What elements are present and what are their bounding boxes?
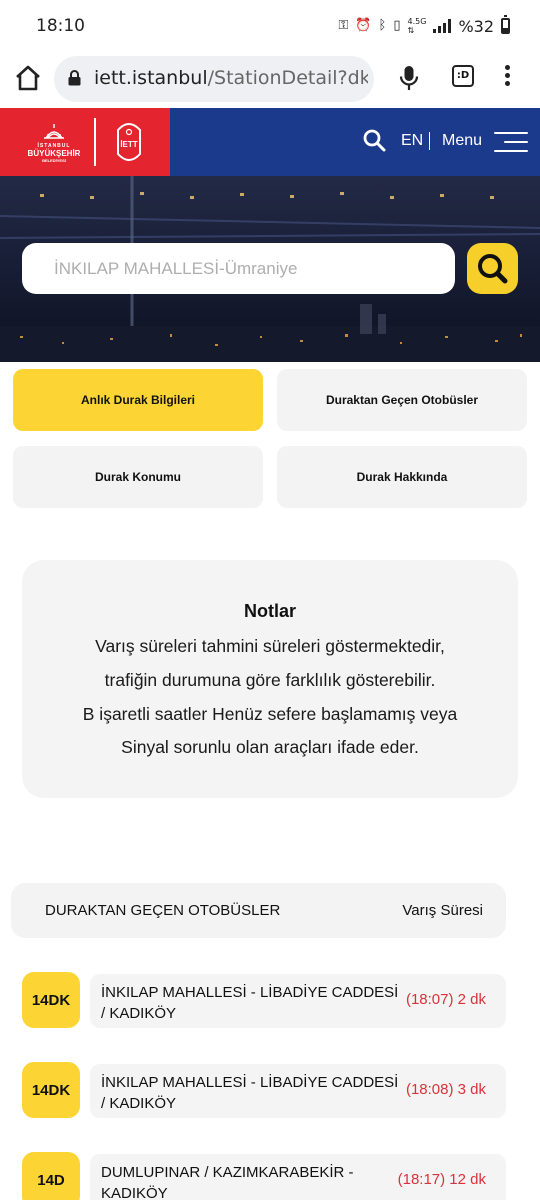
tab-passing-buses[interactable]: Duraktan Geçen Otobüsler bbox=[277, 369, 527, 431]
bus-info[interactable]: İNKILAP MAHALLESİ - LİBADİYE CADDESİ / K… bbox=[90, 974, 506, 1028]
header-separator bbox=[429, 132, 430, 150]
battery-icon bbox=[501, 15, 510, 34]
logo-block[interactable]: İSTANBUL BÜYÜKŞEHİR BELEDİYESİ İETT bbox=[0, 108, 170, 176]
ibb-line-3: BELEDİYESİ bbox=[42, 158, 66, 163]
station-search-input[interactable] bbox=[22, 243, 455, 294]
status-icons: ⚿ ⏰ ᛒ ▯ 4.5G ⇅ %32 bbox=[338, 15, 510, 37]
browser-toolbar: iett.istanbul/StationDetail?dko :D bbox=[0, 52, 540, 108]
status-time: 18:10 bbox=[36, 16, 85, 36]
microphone-icon bbox=[399, 66, 419, 90]
bus-eta: (18:17) 12 dk bbox=[397, 1171, 486, 1188]
data-arrows-icon: 4.5G ⇅ bbox=[407, 17, 427, 35]
notes-card: Notlar Varış süreleri tahmini süreleri g… bbox=[22, 560, 518, 798]
logo-divider bbox=[94, 118, 96, 166]
address-bar[interactable]: iett.istanbul/StationDetail?dko bbox=[54, 56, 374, 102]
bus-info[interactable]: İNKILAP MAHALLESİ - LİBADİYE CADDESİ / K… bbox=[90, 1064, 506, 1118]
tab-about-stop[interactable]: Durak Hakkında bbox=[277, 446, 527, 508]
tab-live-stop-info[interactable]: Anlık Durak Bilgileri bbox=[13, 369, 263, 431]
tab-switcher-button[interactable]: :D bbox=[452, 65, 474, 87]
alarm-icon: ⏰ bbox=[355, 18, 372, 33]
status-bar: 18:10 ⚿ ⏰ ᛒ ▯ 4.5G ⇅ %32 bbox=[0, 0, 540, 52]
home-button[interactable] bbox=[12, 62, 44, 94]
hamburger-menu-icon[interactable] bbox=[494, 132, 528, 154]
url-path: /StationDetail?dko bbox=[207, 67, 368, 89]
url-text: iett.istanbul/StationDetail?dko bbox=[94, 67, 368, 89]
battery-percent: %32 bbox=[458, 16, 494, 36]
notes-line: Varış süreleri tahmini süreleri gösterme… bbox=[95, 636, 445, 656]
notes-line: Sinyal sorunlu olan araçları ifade eder. bbox=[121, 737, 419, 757]
notes-title: Notlar bbox=[243, 601, 296, 621]
voice-search-button[interactable] bbox=[396, 64, 422, 92]
bluetooth-icon: ᛒ bbox=[378, 18, 387, 33]
tab-stop-location[interactable]: Durak Konumu bbox=[13, 446, 263, 508]
bus-row[interactable]: 14DK İNKILAP MAHALLESİ - LİBADİYE CADDES… bbox=[22, 1062, 506, 1118]
lock-icon bbox=[68, 70, 81, 86]
home-icon bbox=[16, 65, 40, 91]
magnifier-icon bbox=[478, 254, 508, 284]
hero-banner bbox=[0, 176, 540, 362]
route-badge[interactable]: 14DK bbox=[22, 972, 80, 1028]
bus-list-header: DURAKTAN GEÇEN OTOBÜSLER Varış Süresi bbox=[11, 883, 506, 938]
bus-row[interactable]: 14DK İNKILAP MAHALLESİ - LİBADİYE CADDES… bbox=[22, 972, 506, 1028]
station-search-button[interactable] bbox=[467, 243, 518, 294]
network-label: 4.5G bbox=[407, 17, 427, 26]
search-icon[interactable] bbox=[362, 128, 386, 152]
notes-line: trafiğin durumuna göre farklılık göstere… bbox=[104, 670, 436, 690]
site-header: İSTANBUL BÜYÜKŞEHİR BELEDİYESİ İETT EN M… bbox=[0, 108, 540, 176]
bus-row[interactable]: 14D DUMLUPINAR / KAZIMKARABEKİR - KADIKÖ… bbox=[22, 1152, 506, 1200]
signal-icon bbox=[433, 19, 452, 33]
bus-list-title: DURAKTAN GEÇEN OTOBÜSLER bbox=[45, 902, 281, 919]
ibb-wordmark: İSTANBUL BÜYÜKŞEHİR BELEDİYESİ bbox=[20, 144, 88, 163]
iett-logo-text: İETT bbox=[120, 140, 137, 149]
bus-info[interactable]: DUMLUPINAR / KAZIMKARABEKİR - KADIKÖY (1… bbox=[90, 1154, 506, 1200]
route-badge[interactable]: 14D bbox=[22, 1152, 80, 1200]
arrival-time-column-header: Varış Süresi bbox=[402, 902, 483, 919]
url-host: iett.istanbul bbox=[94, 67, 208, 89]
bus-destination: İNKILAP MAHALLESİ - LİBADİYE CADDESİ / K… bbox=[101, 984, 399, 1022]
route-badge[interactable]: 14DK bbox=[22, 1062, 80, 1118]
iett-logo-icon: İETT bbox=[117, 123, 141, 161]
bus-eta: (18:07) 2 dk bbox=[405, 991, 486, 1008]
key-icon: ⚿ bbox=[338, 18, 349, 33]
menu-link[interactable]: Menu bbox=[442, 132, 482, 150]
bus-destination: İNKILAP MAHALLESİ - LİBADİYE CADDESİ / K… bbox=[101, 1074, 399, 1112]
language-switch-link[interactable]: EN bbox=[401, 132, 423, 150]
notes-line: B işaretli saatler Henüz sefere başlamam… bbox=[82, 704, 458, 724]
bus-eta: (18:08) 3 dk bbox=[405, 1081, 486, 1098]
vibrate-icon: ▯ bbox=[393, 18, 401, 33]
bus-destination: DUMLUPINAR / KAZIMKARABEKİR - KADIKÖY bbox=[101, 1164, 354, 1200]
more-menu-button[interactable] bbox=[500, 62, 514, 92]
ibb-line-2: BÜYÜKŞEHİR bbox=[27, 149, 81, 158]
